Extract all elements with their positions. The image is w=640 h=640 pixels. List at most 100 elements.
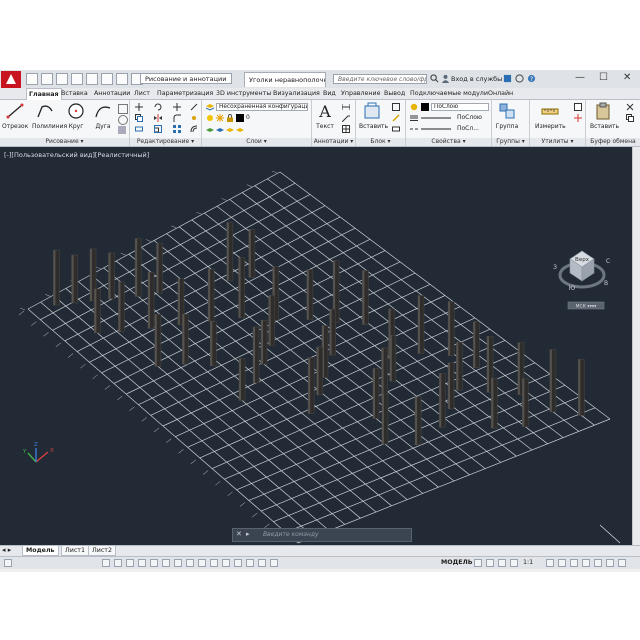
group-tool[interactable]: Группа xyxy=(494,102,520,130)
quick-properties-icon[interactable] xyxy=(246,559,254,567)
tab-visualize[interactable]: Визуализация xyxy=(271,88,322,99)
annotation-visibility-icon[interactable] xyxy=(546,559,554,567)
block-panel-title[interactable]: Блок ▾ xyxy=(356,138,405,146)
sign-in-link[interactable]: Вход в службы xyxy=(451,73,502,85)
clipboard-panel-title[interactable]: Буфер обмена xyxy=(586,138,640,146)
edit-attributes-icon[interactable] xyxy=(392,125,400,133)
tab-3d-tools[interactable]: 3D инструменты xyxy=(214,88,273,99)
measure-tool[interactable]: Измерить xyxy=(535,102,566,130)
open-icon[interactable] xyxy=(41,73,53,85)
quick-view-layouts-icon[interactable] xyxy=(474,559,482,567)
trim-icon[interactable] xyxy=(173,103,181,111)
tab-online[interactable]: Онлайн xyxy=(486,88,515,99)
infer-constraints-icon[interactable] xyxy=(102,559,110,567)
exchange-icon[interactable] xyxy=(503,74,512,83)
3d-object-snap-icon[interactable] xyxy=(174,559,182,567)
help-icon[interactable]: ? xyxy=(527,74,536,83)
tab-insert[interactable]: Вставка xyxy=(59,88,90,99)
arc-tool[interactable]: Дуга xyxy=(90,102,116,130)
quick-calc-icon[interactable] xyxy=(574,103,582,111)
layer-isolate-icon[interactable] xyxy=(226,125,234,133)
linetype-icon[interactable] xyxy=(410,125,418,133)
tab-parametric[interactable]: Параметризация xyxy=(155,88,215,99)
lineweight-value[interactable]: ПоСлою xyxy=(457,114,482,122)
layer-unisolate-icon[interactable] xyxy=(236,125,244,133)
hardware-acceleration-icon[interactable] xyxy=(594,559,602,567)
linetype-value[interactable]: ПоСл... xyxy=(457,125,479,133)
tab-output[interactable]: Вывод xyxy=(382,88,407,99)
current-layer-name[interactable]: 0 xyxy=(246,114,250,122)
object-snap-icon[interactable] xyxy=(162,559,170,567)
isolate-objects-icon[interactable] xyxy=(582,559,590,567)
id-point-icon[interactable] xyxy=(574,114,582,122)
save-as-icon[interactable] xyxy=(71,73,83,85)
annotation-scale[interactable]: 1:1 xyxy=(523,558,533,568)
layer-properties-icon[interactable] xyxy=(206,103,214,111)
cut-icon[interactable] xyxy=(626,103,634,111)
insert-block-tool[interactable]: Вставить xyxy=(359,102,388,130)
customization-icon[interactable] xyxy=(618,559,626,567)
offset-icon[interactable] xyxy=(190,125,198,133)
lineweight-toggle-icon[interactable] xyxy=(222,559,230,567)
draw-panel-title[interactable]: Рисование ▾ xyxy=(0,138,129,146)
selection-cycling-icon[interactable] xyxy=(258,559,266,567)
tab-model[interactable]: Модель xyxy=(22,546,59,556)
mirror-icon[interactable] xyxy=(154,114,162,122)
quick-view-drawings-icon[interactable] xyxy=(486,559,494,567)
coordinates-icon[interactable] xyxy=(4,559,12,567)
copy-icon[interactable] xyxy=(135,114,143,122)
application-menu-logo[interactable] xyxy=(1,71,21,88)
layer-state-dropdown[interactable]: Несохраненная конфигурация сло xyxy=(216,103,308,111)
array-icon[interactable] xyxy=(173,125,181,133)
tab-addins[interactable]: Подключаемые модули xyxy=(408,88,490,99)
tab-layout[interactable]: Лист xyxy=(132,88,152,99)
match-properties-icon[interactable] xyxy=(410,103,418,111)
boundary-icon[interactable] xyxy=(118,126,126,134)
snap-mode-icon[interactable] xyxy=(114,559,122,567)
create-block-icon[interactable] xyxy=(392,103,400,111)
plot-icon[interactable] xyxy=(86,73,98,85)
lock-ui-icon[interactable] xyxy=(570,559,578,567)
dynamic-input-icon[interactable] xyxy=(210,559,218,567)
search-input[interactable]: Введите ключевое слово/фразу xyxy=(333,74,427,84)
fillet-icon[interactable] xyxy=(173,114,181,122)
transparency-icon[interactable] xyxy=(234,559,242,567)
polyline-tool[interactable]: Полилиния xyxy=(32,102,67,130)
match-layer-icon[interactable] xyxy=(216,125,224,133)
move-icon[interactable] xyxy=(135,103,143,111)
properties-panel-title[interactable]: Свойства ▾ xyxy=(406,138,491,146)
layer-lock-icon[interactable] xyxy=(226,114,234,122)
edit-block-icon[interactable] xyxy=(392,114,400,122)
lineweight-icon[interactable] xyxy=(410,114,418,122)
user-icon[interactable] xyxy=(441,74,450,83)
vertical-scrollbar[interactable] xyxy=(632,147,640,545)
layers-panel-title[interactable]: Слои ▾ xyxy=(202,138,311,146)
color-dropdown[interactable]: ПоСлою xyxy=(431,103,489,111)
copy-clip-icon[interactable] xyxy=(626,114,634,122)
groups-panel-title[interactable]: Группы ▾ xyxy=(492,138,529,146)
ortho-mode-icon[interactable] xyxy=(138,559,146,567)
dimension-icon[interactable] xyxy=(342,103,350,111)
save-icon[interactable] xyxy=(56,73,68,85)
text-tool[interactable]: A Текст xyxy=(314,102,336,130)
minimize-button[interactable]: — xyxy=(575,72,585,84)
close-button[interactable]: ✕ xyxy=(623,72,631,84)
pan-icon[interactable] xyxy=(498,559,506,567)
utilities-panel-title[interactable]: Утилиты ▾ xyxy=(530,138,585,146)
workspace-dropdown[interactable]: Рисование и аннотации xyxy=(140,73,232,84)
stretch-icon[interactable] xyxy=(135,125,143,133)
polar-tracking-icon[interactable] xyxy=(150,559,158,567)
search-icon[interactable] xyxy=(430,74,439,83)
tab-annotate[interactable]: Аннотации xyxy=(92,88,132,99)
tab-view[interactable]: Вид xyxy=(321,88,338,99)
tab-sheet1[interactable]: Лист1 xyxy=(61,546,89,556)
tab-home[interactable]: Главная xyxy=(26,88,62,100)
tab-manage[interactable]: Управление xyxy=(339,88,383,99)
paste-tool[interactable]: Вставить xyxy=(590,102,619,130)
new-icon[interactable] xyxy=(26,73,38,85)
erase-icon[interactable] xyxy=(190,103,198,111)
layer-freeze-icon[interactable] xyxy=(216,114,224,122)
clean-screen-icon[interactable] xyxy=(606,559,614,567)
drawing-viewport[interactable]: [-][Пользовательский вид][Реалистичный] … xyxy=(0,147,632,545)
model-space-button[interactable]: МОДЕЛЬ xyxy=(441,558,473,568)
